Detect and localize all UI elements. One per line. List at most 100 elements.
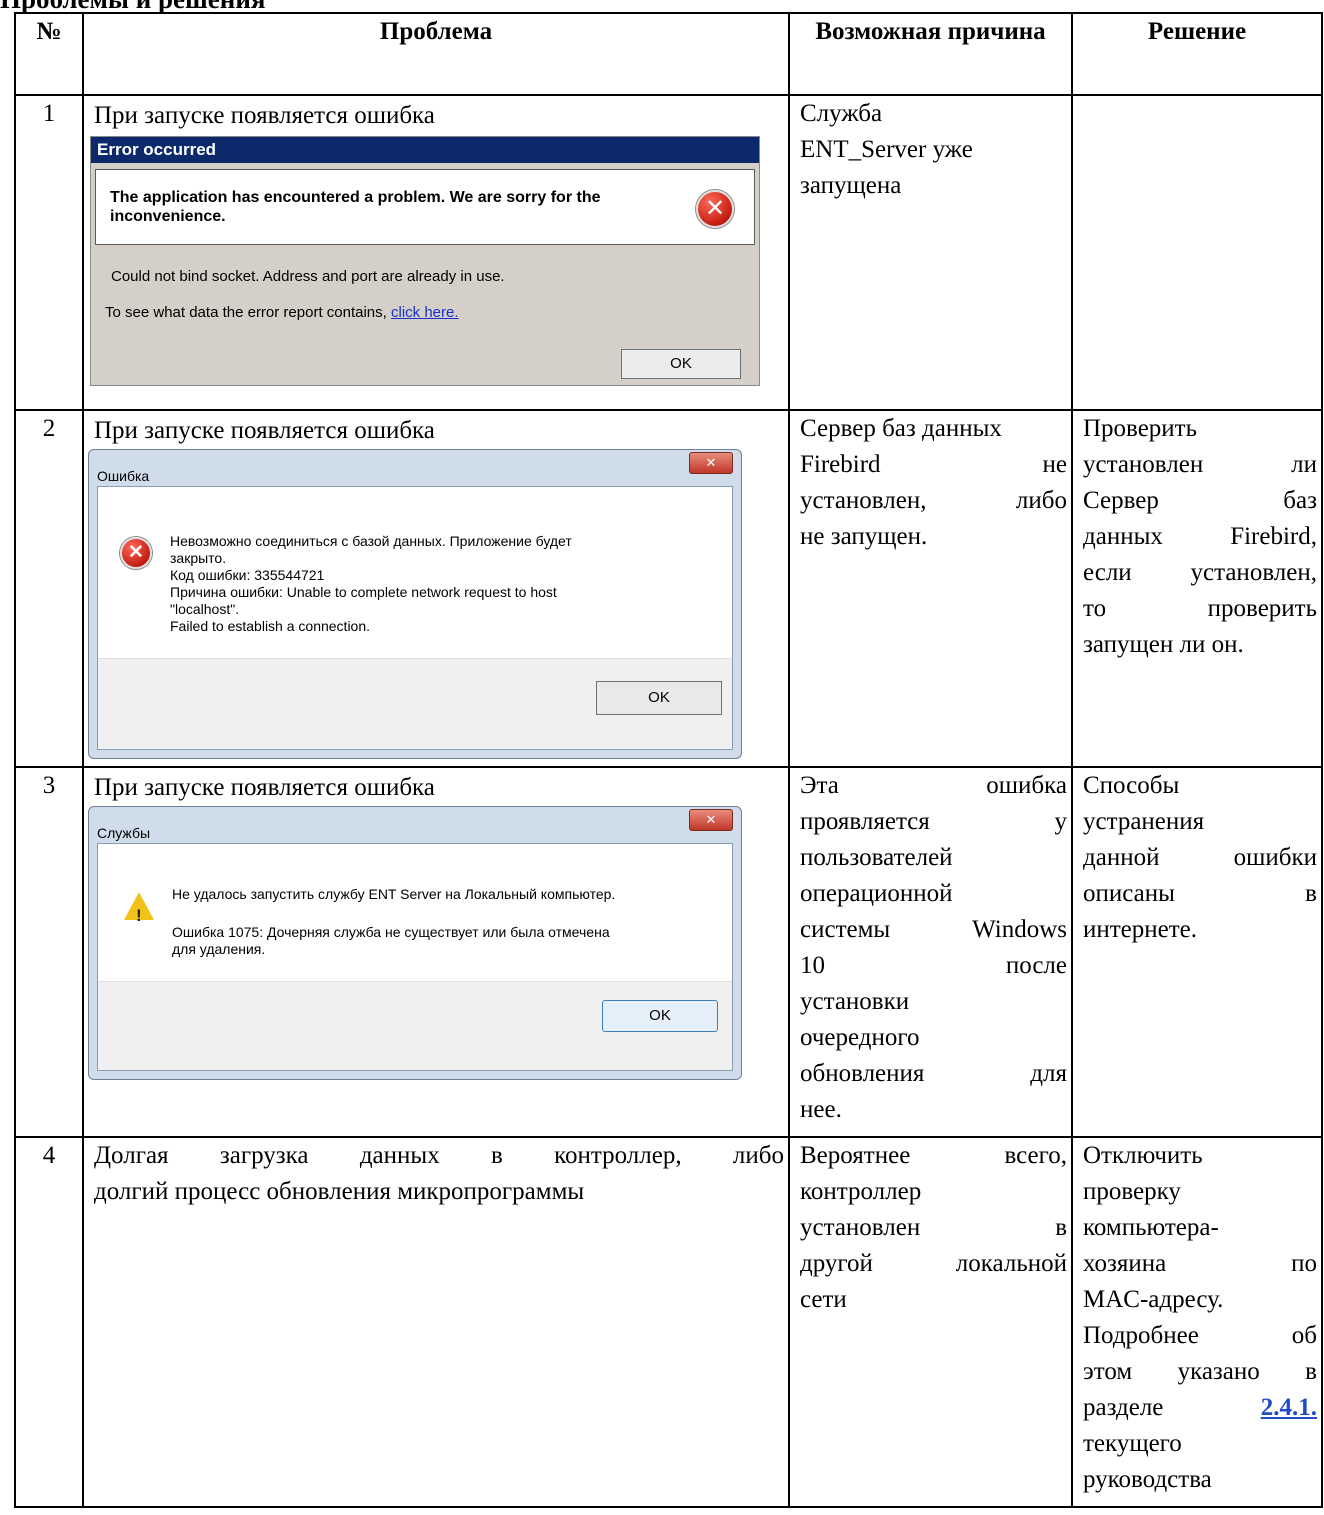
row-num: 1 [14,94,84,411]
ok-button[interactable]: OK [602,1000,718,1032]
cause-line: запущена [800,172,902,199]
cause-cell: Сервер баз данных Firebird не установлен… [788,409,1073,768]
cause-cell: Служба ENT_Server уже запущена [788,94,1073,411]
table-header-row: № Проблема Возможная причина Решение [14,12,1323,96]
error-dialog: Ошибка ✕ ✕ Невозможно соединиться с базо… [88,449,742,759]
solution-line: Способы [1083,772,1180,799]
problem-text: При запуске появляется ошибка [94,774,435,801]
problem-cell: Долгая загрузка данных в контроллер, либ… [82,1136,790,1508]
table-row: 2 При запуске появляется ошибка Ошибка ✕… [14,409,1323,768]
problem-cell: При запуске появляется ошибка Ошибка ✕ ✕… [82,409,790,768]
error-dialog: Error occurred The application has encou… [90,136,760,386]
dialog-headline: The application has encountered a proble… [110,189,601,225]
problem-text: При запуске появляется ошибка [94,102,435,129]
solution-line: Сервер баз [1083,487,1317,514]
cause-line: Сервер баз данных [800,415,1002,442]
solution-link-line: разделе 2.4.1. [1083,1390,1317,1426]
cause-line: Вероятнее всего, [800,1142,1067,1169]
cause-line: не запущен. [800,523,928,550]
solution-line: Подробнее об [1083,1322,1317,1349]
dialog-footer: OK [98,981,732,1070]
cause-line: 10 после [800,952,1067,979]
cause-cell: Эта ошибка проявляется у пользователей о… [788,766,1073,1138]
close-icon[interactable]: ✕ [689,452,733,474]
row-num: 3 [14,766,84,1138]
dialog-body: ✕ Невозможно соединиться с базой данных.… [97,486,733,750]
dialog-report-text: To see what data the error report contai… [105,303,459,323]
cause-line: сети [800,1286,847,1313]
cause-line: очередного [800,1024,920,1051]
cause-line: системы Windows [800,916,1067,943]
solution-line: этом указано в [1083,1358,1317,1385]
dialog-line-2: Ошибка 1075: Дочерняя служба не существу… [172,924,610,940]
cause-line: проявляется у [800,808,1067,835]
cause-line: другой локальной [800,1250,1067,1277]
solution-line: данных Firebird, [1083,523,1317,550]
error-icon: ✕ [696,190,734,228]
problem-cell: При запуске появляется ошибка Службы ✕ !… [82,766,790,1138]
services-dialog: Службы ✕ ! Не удалось запустить службу E… [88,806,742,1080]
solution-line: интернете. [1083,916,1198,943]
dialog-detail: Could not bind socket. Address and port … [111,268,505,285]
cause-line: Служба [800,100,883,127]
solution-line: устранения [1083,808,1205,835]
table-row: 3 При запуске появляется ошибка Службы ✕… [14,766,1323,1138]
problem-line: Долгая загрузка данных в контроллер, либ… [94,1142,784,1169]
problem-cell: При запуске появляется ошибка Error occu… [82,94,790,411]
table-row: 1 При запуске появляется ошибка Error oc… [14,94,1323,411]
solution-line: текущего [1083,1430,1182,1457]
ok-button[interactable]: OK [621,349,741,379]
cause-line: контроллер [800,1178,922,1205]
error-icon: ✕ [120,537,152,569]
cause-line: Firebird не [800,451,1067,478]
cause-line: установлен, либо [800,487,1067,514]
solution-line: проверку [1083,1178,1181,1205]
header-solution: Решение [1071,12,1323,96]
row-num: 4 [14,1136,84,1508]
solution-line: компьютера- [1083,1214,1219,1241]
dialog-footer: OK [98,658,732,749]
problem-text: При запуске появляется ошибка [94,417,435,444]
cause-cell: Вероятнее всего, контроллер установлен в… [788,1136,1073,1508]
solution-cell: Способы устранения данной ошибки описаны… [1071,766,1323,1138]
click-here-link[interactable]: click here. [391,304,459,321]
solution-line: описаны в [1083,880,1317,907]
section-link[interactable]: 2.4.1. [1261,1390,1317,1426]
cause-line: Эта ошибка [800,772,1067,799]
cause-line: обновления для [800,1060,1067,1087]
dialog-message-box: The application has encountered a proble… [95,169,755,245]
dialog-line-3: для удаления. [172,941,266,957]
header-num: № [14,12,84,96]
solution-cell: Отключить проверку компьютера- хозяина п… [1071,1136,1323,1508]
cause-line: установки [800,988,910,1015]
solution-line: если установлен, [1083,559,1317,586]
close-icon[interactable]: ✕ [689,809,733,831]
header-cause: Возможная причина [788,12,1073,96]
report-prefix: To see what data the error report contai… [105,304,387,321]
solution-line: то проверить [1083,595,1317,622]
row-num: 2 [14,409,84,768]
solution-cell: Проверить установлен ли Сервер баз данны… [1071,409,1323,768]
dialog-title: Error occurred [91,137,759,163]
cause-line: операционной [800,880,953,907]
dialog-message: Невозможно соединиться с базой данных. П… [170,533,572,634]
dialog-line-1: Не удалось запустить службу ENT Server н… [172,886,616,902]
solution-line: данной ошибки [1083,844,1317,871]
header-problem: Проблема [82,12,790,96]
solution-line: хозяина по [1083,1250,1317,1277]
solution-line: руководства [1083,1466,1212,1493]
troubleshooting-table: № Проблема Возможная причина Решение 1 П… [14,12,1323,1508]
table-row: 4 Долгая загрузка данных в контроллер, л… [14,1136,1323,1508]
cause-line: установлен в [800,1214,1067,1241]
cause-line: пользователей [800,844,953,871]
solution-line: Отключить [1083,1142,1203,1169]
solution-line: установлен ли [1083,451,1317,478]
solution-line: запущен ли он. [1083,631,1244,658]
problem-line: долгий процесс обновления микропрограммы [94,1178,585,1205]
solution-line: MAC-адресу. [1083,1286,1224,1313]
solution-cell [1071,94,1323,411]
ok-button[interactable]: OK [596,681,722,715]
dialog-body: ! Не удалось запустить службу ENT Server… [97,843,733,1071]
solution-line: Проверить [1083,415,1198,442]
cause-line: нее. [800,1096,842,1123]
